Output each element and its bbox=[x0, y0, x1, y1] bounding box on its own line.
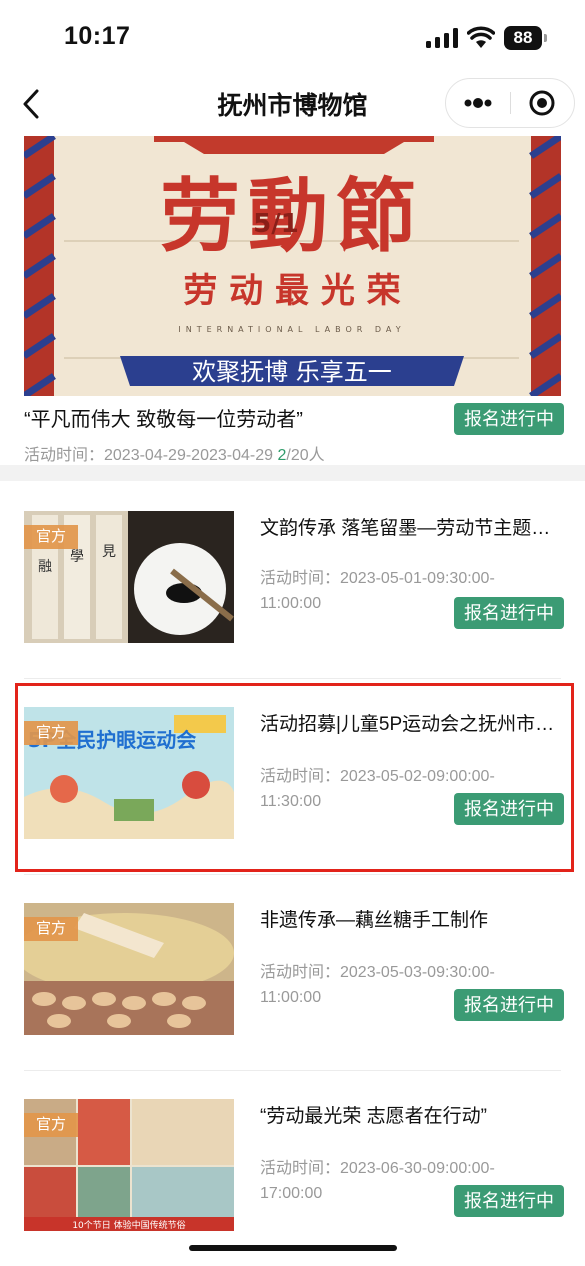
nav-bar: 抚州市博物馆 bbox=[0, 72, 585, 136]
section-divider bbox=[0, 465, 585, 481]
featured-title[interactable]: “平凡而伟大 致敬每一位劳动者” bbox=[24, 403, 303, 432]
featured-time: 活动时间：2023-04-29-2023-04-29 2/20人 bbox=[24, 441, 325, 465]
target-icon[interactable] bbox=[512, 79, 574, 127]
wifi-icon bbox=[467, 26, 495, 48]
svg-text:學: 學 bbox=[70, 549, 84, 565]
battery-tip bbox=[544, 34, 547, 42]
item-title[interactable]: 文韵传承 落笔留墨—劳动节主题… bbox=[260, 513, 560, 540]
banner-english: INTERNATIONAL LABOR DAY bbox=[178, 325, 405, 334]
featured-banner-image: 劳動節 5/1 劳 动 最 光 荣 INTERNATIONAL LABOR DA… bbox=[24, 136, 561, 396]
item-title[interactable]: 活动招募|儿童5P运动会之抚州市… bbox=[260, 709, 560, 736]
capsule-divider bbox=[510, 92, 511, 114]
battery-level: 88 bbox=[504, 26, 542, 50]
home-indicator[interactable] bbox=[189, 1245, 397, 1251]
banner-subline: 劳 动 最 光 荣 bbox=[183, 271, 400, 311]
list-item[interactable]: 融 學 見 官方 文韵传承 落笔留墨—劳动节主题… 活动时间：2023-05-0… bbox=[24, 483, 564, 679]
thumbnail-books: 10个节日 体验中国传统节俗 官方 bbox=[24, 1099, 234, 1231]
svg-text:融: 融 bbox=[38, 559, 52, 575]
signup-status-badge[interactable]: 报名进行中 bbox=[454, 989, 564, 1021]
official-tag: 官方 bbox=[24, 525, 78, 549]
banner-ribbon: 欢聚抚博 乐享五一 bbox=[192, 358, 392, 386]
signup-count-total: /20人 bbox=[286, 447, 325, 464]
signup-status-badge[interactable]: 报名进行中 bbox=[454, 597, 564, 629]
featured-banner[interactable]: 劳動節 5/1 劳 动 最 光 荣 INTERNATIONAL LABOR DA… bbox=[24, 136, 561, 396]
official-tag: 官方 bbox=[24, 1113, 78, 1137]
mini-program-capsule bbox=[445, 78, 575, 128]
signup-status-badge[interactable]: 报名进行中 bbox=[454, 1185, 564, 1217]
list-item[interactable]: 10个节日 体验中国传统节俗 官方 “劳动最光荣 志愿者在行动” 活动时间：20… bbox=[24, 1071, 564, 1266]
thumbnail-candy-making: 官方 bbox=[24, 903, 234, 1035]
official-tag: 官方 bbox=[24, 721, 78, 745]
signal-icon bbox=[426, 28, 458, 48]
item-title[interactable]: “劳动最光荣 志愿者在行动” bbox=[260, 1101, 560, 1128]
featured-time-label: 活动时间：2023-04-29-2023-04-29 bbox=[24, 447, 278, 464]
status-time: 10:17 bbox=[64, 22, 131, 50]
list-item[interactable]: 官方 非遗传承—藕丝糖手工制作 活动时间：2023-05-03-09:30:00… bbox=[24, 875, 564, 1071]
status-bar: 10:17 88 bbox=[0, 0, 585, 72]
signup-status-badge[interactable]: 报名进行中 bbox=[454, 403, 564, 435]
banner-date: 5/1 bbox=[253, 209, 299, 239]
battery-icon: 88 bbox=[504, 26, 548, 50]
svg-text:見: 見 bbox=[102, 544, 116, 560]
signup-status-badge[interactable]: 报名进行中 bbox=[454, 793, 564, 825]
official-tag: 官方 bbox=[24, 917, 78, 941]
thumbnail-sports-event: 5P全民护眼运动会 官方 bbox=[24, 707, 234, 839]
item-title[interactable]: 非遗传承—藕丝糖手工制作 bbox=[260, 905, 560, 932]
thumb-text: 10个节日 体验中国传统节俗 bbox=[72, 1219, 185, 1231]
list-item[interactable]: 5P全民护眼运动会 官方 活动招募|儿童5P运动会之抚州市… 活动时间：2023… bbox=[24, 679, 564, 875]
more-dots-icon[interactable] bbox=[446, 79, 510, 127]
thumbnail-calligraphy: 融 學 見 官方 bbox=[24, 511, 234, 643]
